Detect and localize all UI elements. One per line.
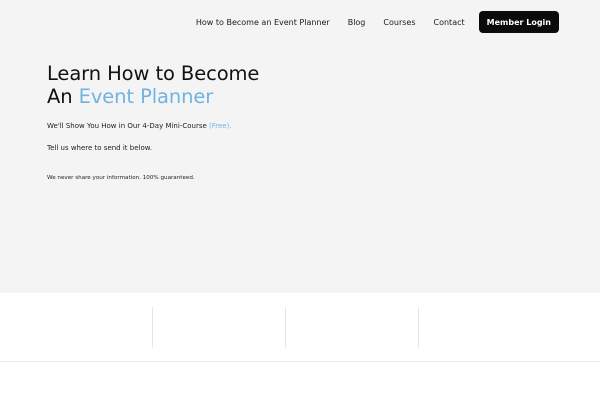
headline-prefix: An bbox=[47, 85, 79, 108]
top-navigation: How to Become an Event Planner Blog Cour… bbox=[196, 11, 559, 33]
nav-link-how-to-become-event-planner[interactable]: How to Become an Event Planner bbox=[196, 18, 330, 27]
column-divider bbox=[285, 307, 286, 348]
send-instructions: Tell us where to send it below. bbox=[47, 144, 153, 152]
headline-line-1: Learn How to Become bbox=[47, 62, 260, 85]
feature-strip bbox=[0, 293, 600, 362]
nav-link-blog[interactable]: Blog bbox=[348, 18, 366, 27]
free-label: (Free). bbox=[209, 122, 232, 130]
mini-course-subline: We'll Show You How in Our 4-Day Mini-Cou… bbox=[47, 122, 232, 130]
nav-link-contact[interactable]: Contact bbox=[434, 18, 465, 27]
column-divider bbox=[418, 307, 419, 348]
column-divider bbox=[152, 307, 153, 348]
nav-link-courses[interactable]: Courses bbox=[383, 18, 415, 27]
page-title: Learn How to Become An Event Planner bbox=[47, 62, 259, 108]
hero-section: How to Become an Event Planner Blog Cour… bbox=[0, 0, 600, 293]
headline-accent: Event Planner bbox=[78, 85, 214, 108]
subline-text: We'll Show You How in Our 4-Day Mini-Cou… bbox=[47, 122, 209, 130]
member-login-button[interactable]: Member Login bbox=[478, 11, 559, 33]
headline-line-2: An Event Planner bbox=[47, 85, 259, 108]
privacy-note: We never share your information. 100% gu… bbox=[47, 175, 195, 181]
